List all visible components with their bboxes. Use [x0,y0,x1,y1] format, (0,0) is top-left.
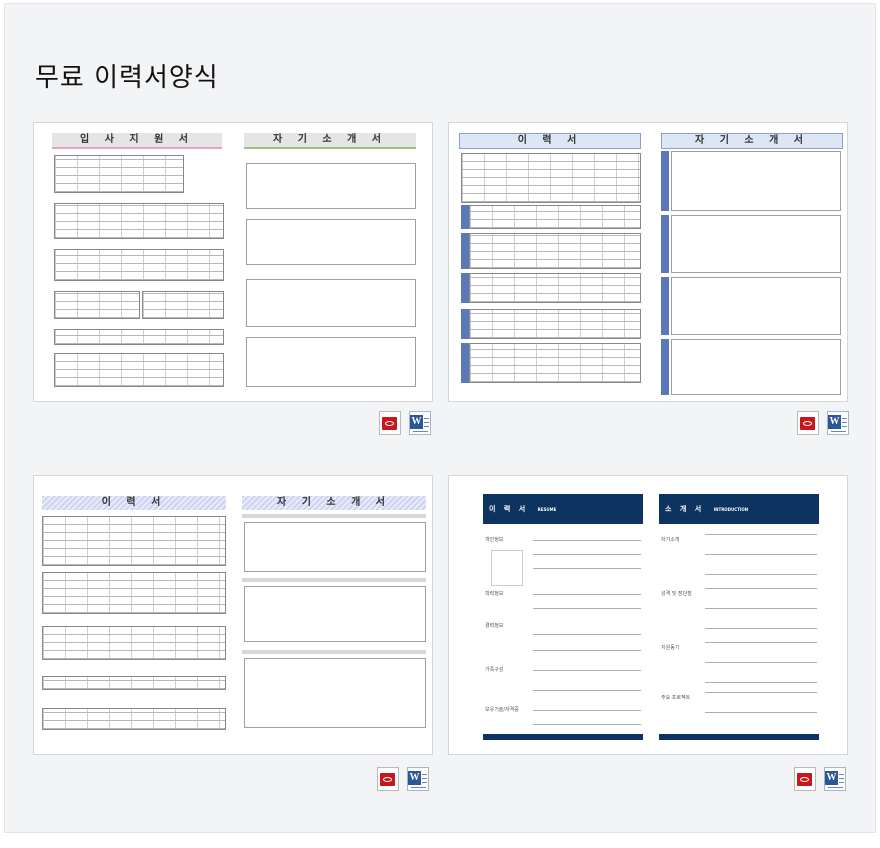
template-2-resume-page: 이 력 서 [459,133,641,395]
word-doc-icon[interactable]: W [407,767,429,791]
resume-template-card-1[interactable]: 입 사 지 원 서 자 기 소 개 서 [33,122,433,402]
template-1-right-title: 자 기 소 개 서 [244,133,416,149]
word-doc-icon[interactable]: W [824,767,846,791]
template-3-left-title: 이 력 서 [42,496,226,510]
pdf-icon[interactable] [379,411,401,435]
template-4-right-title: 소 개 서 INTRODUCTION [659,494,819,524]
template-4-intro-page: 소 개 서 INTRODUCTION 자기소개 성격 및 장단점 지원동기 주요… [659,494,819,740]
template-3-downloads: W [377,767,437,791]
template-1-left-title: 입 사 지 원 서 [52,133,222,149]
template-2-left-title: 이 력 서 [459,133,641,149]
word-doc-icon[interactable]: W [409,411,431,435]
resume-template-card-3[interactable]: 이 력 서 자 기 소 개 서 [33,475,433,755]
template-1-intro-page: 자 기 소 개 서 [244,133,416,391]
template-2-right-title: 자 기 소 개 서 [661,133,843,149]
pdf-icon[interactable] [797,411,819,435]
pdf-icon[interactable] [794,767,816,791]
template-2-intro-page: 자 기 소 개 서 [661,133,843,395]
template-4-downloads: W [794,767,854,791]
template-1-application-page: 입 사 지 원 서 [52,133,224,391]
template-2-downloads: W [797,411,857,435]
template-3-right-title: 자 기 소 개 서 [242,496,426,510]
template-gallery-panel: 무료 이력서양식 입 사 지 원 서 자 기 소 개 서 W 이 력 서 자 기… [4,3,876,833]
template-4-resume-page: 이 력 서 RESUME 개인정보 학력정보 경력정보 가족구성 보유기술/자격… [483,494,643,740]
template-3-resume-page: 이 력 서 [42,496,226,730]
template-4-left-title: 이 력 서 RESUME [483,494,643,524]
page-title: 무료 이력서양식 [35,63,219,93]
template-1-downloads: W [379,411,439,435]
word-doc-icon[interactable]: W [827,411,849,435]
resume-template-card-4[interactable]: 이 력 서 RESUME 개인정보 학력정보 경력정보 가족구성 보유기술/자격… [448,475,848,755]
template-3-intro-page: 자 기 소 개 서 [242,496,426,730]
pdf-icon[interactable] [377,767,399,791]
resume-template-card-2[interactable]: 이 력 서 자 기 소 개 서 [448,122,848,402]
